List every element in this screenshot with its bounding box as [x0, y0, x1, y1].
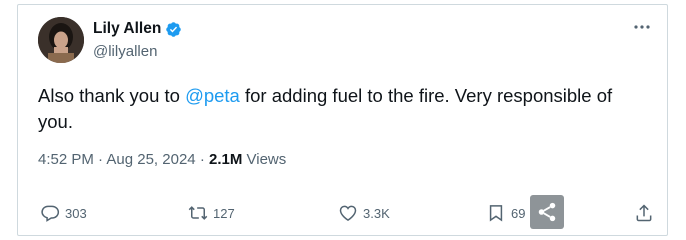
bookmark-count: 69	[511, 205, 526, 221]
share-overlay-button[interactable]	[530, 195, 564, 229]
mention-link[interactable]: @peta	[185, 85, 240, 106]
tweet-text-part: Also thank you to	[38, 85, 186, 106]
tweet-card: Lily Allen @lilyallen Also thank you to …	[17, 4, 668, 236]
author-name-row: Lily Allen	[93, 20, 182, 38]
views-count: 2.1M	[208, 151, 243, 168]
reply-count: 303	[65, 205, 87, 221]
share-button[interactable]	[634, 201, 659, 225]
upload-share-icon	[636, 204, 652, 222]
author-avatar[interactable]	[38, 17, 84, 63]
repost-icon	[188, 206, 208, 220]
bookmark-icon	[489, 205, 503, 222]
more-options-icon[interactable]	[633, 21, 651, 33]
meta-separator: ·	[199, 151, 205, 168]
bookmark-button[interactable]: 69	[486, 201, 525, 225]
share-nodes-icon	[538, 202, 556, 222]
reply-button[interactable]: 303	[40, 201, 87, 225]
meta-separator: ·	[98, 151, 104, 168]
views-label: Views	[246, 151, 287, 168]
tweet-time[interactable]: 4:52 PM	[38, 151, 94, 168]
tweet-text: Also thank you to @peta for adding fuel …	[38, 83, 648, 135]
author-handle[interactable]: @lilyallen	[93, 43, 157, 60]
repost-button[interactable]: 127	[188, 201, 235, 225]
verified-badge-icon	[166, 21, 182, 37]
avatar-image-icon	[38, 17, 84, 63]
author-display-name[interactable]: Lily Allen	[93, 20, 161, 38]
tweet-date[interactable]: Aug 25, 2024	[106, 151, 195, 168]
heart-icon	[339, 205, 357, 221]
repost-count: 127	[213, 205, 235, 221]
like-button[interactable]: 3.3K	[338, 201, 390, 225]
tweet-meta: 4:52 PM · Aug 25, 2024 · 2.1M Views	[38, 151, 286, 168]
reply-icon	[41, 205, 60, 222]
like-count: 3.3K	[363, 205, 390, 221]
